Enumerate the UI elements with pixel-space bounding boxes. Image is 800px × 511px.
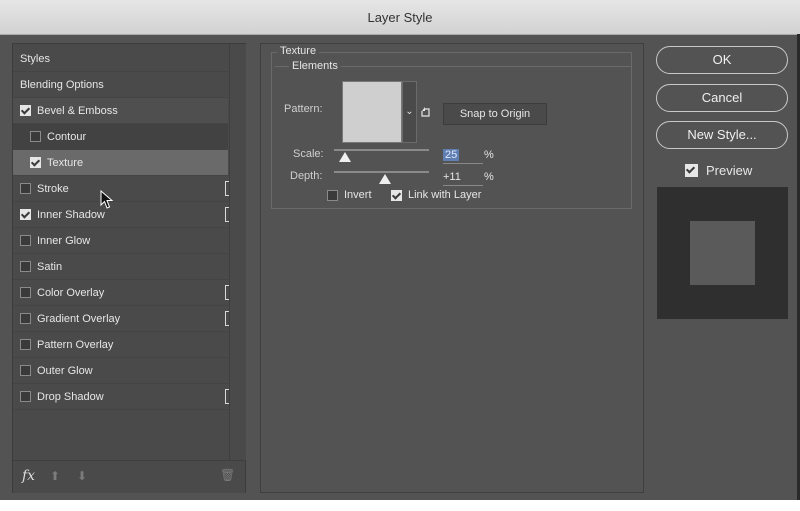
depth-value: +11 (443, 171, 461, 183)
scale-slider-track[interactable] (334, 149, 429, 151)
ok-button[interactable]: OK (656, 46, 788, 74)
stroke-checkbox[interactable] (20, 183, 31, 194)
invert-label: Invert (344, 189, 372, 201)
sidebar-item-inner-glow[interactable]: Inner Glow (13, 228, 228, 254)
window-title: Layer Style (367, 10, 433, 25)
snap-to-origin-button[interactable]: Snap to Origin (443, 103, 547, 125)
sidebar-item-texture[interactable]: Texture (13, 150, 228, 176)
sidebar-item-label: Pattern Overlay (37, 338, 114, 351)
gradient-overlay-checkbox[interactable] (20, 313, 31, 324)
scale-unit: % (484, 149, 494, 161)
contour-checkbox[interactable] (30, 131, 41, 142)
fx-icon[interactable]: fx (22, 468, 35, 484)
sidebar-item-blending-options[interactable]: Blending Options (13, 72, 228, 98)
sidebar-item-label: Inner Shadow (37, 208, 105, 221)
sidebar-item-label: Outer Glow (37, 364, 93, 377)
sidebar-header-label: Styles (20, 52, 50, 65)
sidebar-item-label: Gradient Overlay (37, 312, 121, 325)
preview-label: Preview (706, 163, 753, 178)
texture-checkbox[interactable] (30, 157, 41, 168)
sidebar-item-label: Color Overlay (37, 286, 105, 299)
sidebar-item-label: Stroke (37, 182, 69, 195)
sidebar-item-color-overlay[interactable]: Color Overlay + (13, 280, 240, 306)
move-up-icon[interactable]: ⬆ (50, 469, 60, 483)
elements-group-title: Elements (289, 60, 341, 72)
scale-label: Scale: (293, 148, 324, 160)
new-style-button[interactable]: New Style... (656, 121, 788, 149)
chevron-down-icon[interactable]: ⌄ (402, 81, 417, 143)
depth-slider-track[interactable] (334, 171, 429, 173)
sidebar-item-label: Satin (37, 260, 63, 273)
inner-glow-checkbox[interactable] (20, 235, 31, 246)
sidebar-footer: fx ⬆ ⬇ 🗑 (13, 460, 245, 493)
depth-input[interactable]: +11 (443, 169, 483, 186)
preview-thumbnail (690, 221, 755, 285)
texture-panel: Texture Elements Pattern: ⌄ Snap to Orig… (260, 43, 644, 493)
preview-option[interactable]: Preview (685, 163, 752, 178)
sidebar-item-label: Contour (47, 130, 87, 143)
drop-shadow-checkbox[interactable] (20, 391, 31, 402)
sidebar-item-label: Drop Shadow (37, 390, 104, 403)
depth-unit: % (484, 171, 494, 183)
preview-checkbox[interactable] (685, 164, 698, 177)
sidebar-item-label: Inner Glow (37, 234, 91, 247)
outer-glow-checkbox[interactable] (20, 365, 31, 376)
mouse-cursor-icon (100, 190, 114, 209)
sidebar-item-gradient-overlay[interactable]: Gradient Overlay + (13, 306, 240, 332)
styles-sidebar: Styles Blending Options Bevel & Emboss C… (12, 43, 246, 493)
window-bottom-edge (0, 500, 800, 511)
invert-option[interactable]: Invert (327, 189, 372, 201)
style-preview (657, 187, 788, 319)
link-with-layer-option[interactable]: Link with Layer (391, 189, 481, 201)
satin-checkbox[interactable] (20, 261, 31, 272)
move-down-icon[interactable]: ⬇ (77, 469, 87, 483)
sidebar-item-label: Blending Options (20, 78, 104, 91)
sidebar-item-label: Texture (47, 156, 84, 169)
sidebar-item-stroke[interactable]: Stroke + (13, 176, 240, 202)
scale-value: 25 (443, 149, 460, 161)
invert-checkbox[interactable] (327, 189, 338, 201)
pattern-label: Pattern: (284, 103, 323, 115)
inner-shadow-checkbox[interactable] (20, 209, 31, 220)
sidebar-header-styles[interactable]: Styles (13, 46, 228, 72)
sidebar-item-inner-shadow[interactable]: Inner Shadow + (13, 202, 240, 228)
sidebar-item-pattern-overlay[interactable]: Pattern Overlay (13, 332, 228, 358)
sidebar-scrollbar[interactable] (229, 44, 246, 460)
link-with-layer-checkbox[interactable] (391, 189, 402, 201)
sidebar-item-outer-glow[interactable]: Outer Glow (13, 358, 228, 384)
texture-group-title: Texture (277, 45, 320, 57)
scale-input[interactable]: 25 (443, 147, 483, 164)
sidebar-item-contour[interactable]: Contour (13, 124, 228, 150)
sidebar-item-satin[interactable]: Satin (13, 254, 228, 280)
new-preset-icon[interactable] (420, 106, 432, 118)
title-bar[interactable]: Layer Style (0, 0, 800, 35)
color-overlay-checkbox[interactable] (20, 287, 31, 298)
trash-icon[interactable]: 🗑 (220, 468, 235, 482)
link-with-layer-label: Link with Layer (408, 189, 482, 201)
bevel-emboss-checkbox[interactable] (20, 105, 31, 116)
sidebar-item-label: Bevel & Emboss (37, 104, 118, 117)
pattern-overlay-checkbox[interactable] (20, 339, 31, 350)
cancel-button[interactable]: Cancel (656, 84, 788, 112)
layer-style-dialog: Layer Style Styles Blending Options Beve… (0, 0, 800, 511)
sidebar-item-bevel-emboss[interactable]: Bevel & Emboss (13, 98, 228, 124)
sidebar-item-drop-shadow[interactable]: Drop Shadow + (13, 384, 240, 410)
elements-group: Elements Pattern: ⌄ Snap to Origin Scale… (275, 60, 632, 201)
pattern-swatch[interactable] (342, 81, 402, 143)
depth-label: Depth: (290, 170, 323, 182)
depth-slider-thumb[interactable] (379, 174, 391, 184)
scale-slider-thumb[interactable] (339, 152, 351, 162)
